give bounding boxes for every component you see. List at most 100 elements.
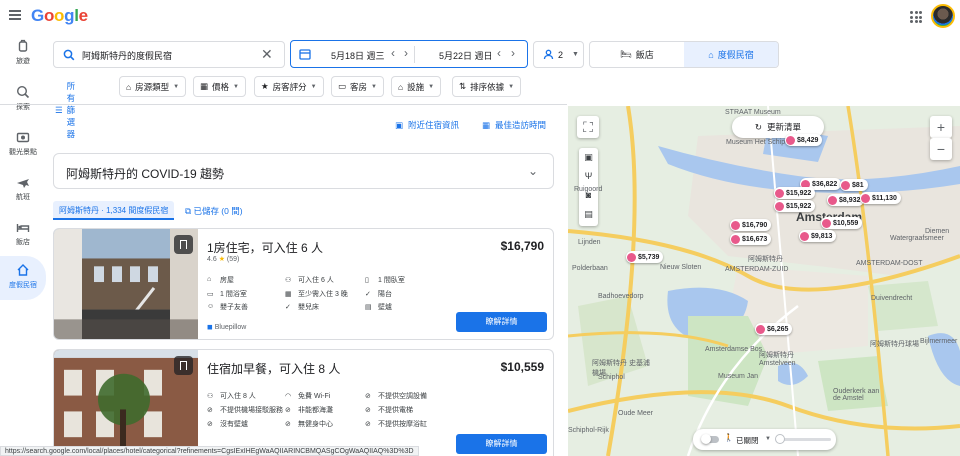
map-price-pin[interactable]: $16,790 bbox=[730, 219, 772, 231]
amenity: ◠ 免費 Wi-Fi bbox=[285, 391, 330, 401]
listing-card[interactable]: 1房住宅，可入住 6 人 $16,790 4.6 ★ (59) ⌂ 房屋 ⚇ 可入住… bbox=[53, 228, 554, 340]
zoom-out-button[interactable]: − bbox=[930, 138, 952, 160]
tab-vacation-rentals[interactable]: ⌂ 度假民宿 bbox=[684, 42, 778, 67]
hotel-layer-icon[interactable]: ▣ bbox=[579, 148, 598, 167]
map-price-pin[interactable]: $9,813 bbox=[799, 230, 837, 242]
checkout-prev-icon[interactable]: ‹ bbox=[497, 46, 501, 60]
info-icon: ▣ bbox=[395, 119, 404, 130]
amenity-label: 不提供機場接駁服務 bbox=[220, 407, 283, 414]
fullscreen-button[interactable]: ⛶ bbox=[577, 116, 599, 138]
refresh-label: 更新清單 bbox=[767, 122, 802, 132]
date-range-picker[interactable]: 5月18日 週三 ‹ › 5月22日 週日 ‹ › bbox=[290, 40, 528, 68]
home-pin-icon bbox=[822, 218, 831, 228]
map-price-pin[interactable]: $81 bbox=[840, 179, 868, 191]
map-price-pin[interactable]: $8,429 bbox=[785, 134, 823, 146]
restaurant-layer-icon[interactable]: Ψ bbox=[579, 167, 598, 186]
checkin-next-icon[interactable]: › bbox=[404, 46, 408, 60]
listing-card[interactable]: 住宿加早餐，可入住 8 人 $10,559 ⚇ 可入住 8 人 ◠ 免費 Wi-Fi… bbox=[53, 349, 554, 456]
shopping-layer-icon[interactable]: ▤ bbox=[579, 205, 598, 224]
guests-count: 2 bbox=[558, 50, 564, 60]
listing-title[interactable]: 住宿加早餐，可入住 8 人 bbox=[207, 360, 340, 377]
rail-item-vacation-rentals[interactable]: 度假民宿 bbox=[0, 256, 46, 300]
not-available-icon: ⊘ bbox=[365, 421, 371, 428]
amenity-label: 嬰子友善 bbox=[220, 304, 248, 311]
map-price-pin[interactable]: $16,673 bbox=[730, 233, 772, 245]
map-price-pin[interactable]: $15,922 bbox=[774, 187, 816, 199]
amenity: ▭ 1 間浴室 bbox=[207, 289, 247, 299]
map-label: Polderbaan bbox=[572, 265, 608, 272]
checkin-prev-icon[interactable]: ‹ bbox=[391, 46, 395, 60]
check-icon: ✓ bbox=[285, 304, 291, 311]
save-bookmark-button[interactable] bbox=[174, 356, 193, 375]
home-pin-icon bbox=[775, 188, 784, 198]
map-price-pin[interactable]: $8,932 bbox=[827, 194, 865, 206]
home-pin-icon bbox=[756, 324, 765, 334]
time-slider[interactable] bbox=[779, 438, 831, 441]
checkin-date[interactable]: 5月18日 週三 bbox=[331, 49, 385, 62]
zoom-in-button[interactable]: + bbox=[930, 116, 952, 138]
amenity: ⊘ 非能都海灘 bbox=[285, 405, 333, 415]
slider-handle[interactable] bbox=[775, 434, 785, 444]
guests-selector[interactable]: 2 ▼ bbox=[533, 41, 584, 68]
map-price-pin[interactable]: $5,739 bbox=[626, 251, 664, 263]
map-label: Diemen bbox=[925, 228, 950, 235]
view-details-button[interactable]: 瞭解詳情 bbox=[456, 312, 547, 332]
listing-source: ◼ Bluepillow bbox=[207, 323, 246, 331]
apps-grid-icon[interactable] bbox=[910, 11, 922, 23]
rail-item-travel[interactable]: 旅遊 bbox=[0, 39, 46, 83]
chevron-down-icon: ▼ bbox=[428, 83, 435, 90]
menu-icon[interactable] bbox=[9, 10, 21, 20]
toggle-knob bbox=[701, 434, 711, 444]
chevron-down-icon: ⌄ bbox=[528, 164, 539, 178]
listing-title[interactable]: 1房住宅，可入住 6 人 bbox=[207, 239, 323, 256]
amenity: ⊘ 不提供按摩浴缸 bbox=[365, 419, 427, 429]
calendar-icon: ▦ bbox=[482, 119, 491, 130]
filter-chip-rooms[interactable]: ▭ 客房 ▼ bbox=[331, 76, 384, 97]
search-input[interactable]: 阿姆斯特丹的度假民宿 ✕ bbox=[53, 41, 285, 68]
map-price-pin[interactable]: $10,559 bbox=[821, 217, 863, 229]
nearby-info-link[interactable]: ▣ 附近住宿資訊 bbox=[395, 119, 459, 131]
pin-price: $81 bbox=[852, 181, 864, 189]
filter-chip-property-type[interactable]: ⌂ 房源類型 ▼ bbox=[119, 76, 187, 97]
filter-chip-amenities[interactable]: ⌂ 設施 ▼ bbox=[391, 76, 442, 97]
map-toggle[interactable]: 🚶 已關閉 ▼ bbox=[693, 429, 836, 450]
rail-item-attractions[interactable]: 觀光景點 bbox=[0, 130, 46, 174]
google-logo[interactable]: Google bbox=[31, 6, 88, 26]
map-price-pin[interactable]: $15,922 bbox=[774, 200, 816, 212]
home-icon bbox=[17, 264, 29, 276]
pin-price: $6,265 bbox=[767, 325, 789, 333]
rating-value: 4.6 bbox=[207, 256, 217, 263]
sort-icon: ⇅ bbox=[459, 81, 467, 91]
filter-chip-rating[interactable]: ★ 房客評分 ▼ bbox=[254, 76, 324, 97]
rail-item-flights[interactable]: 航班 bbox=[0, 175, 46, 219]
map-price-pin[interactable]: $6,265 bbox=[755, 323, 793, 335]
filter-chip-price[interactable]: ▦ 價格 ▼ bbox=[193, 76, 246, 97]
saved-tab[interactable]: ⧉ 已儲存 (0 間) bbox=[185, 205, 243, 217]
map-label: Schiphol bbox=[598, 374, 625, 381]
map-price-pin[interactable]: $11,130 bbox=[860, 192, 901, 204]
avatar[interactable] bbox=[931, 4, 955, 28]
rail-item-explore[interactable]: 探索 bbox=[0, 85, 46, 129]
clear-icon[interactable]: ✕ bbox=[261, 46, 273, 63]
all-filters-button[interactable]: ☰ 所有篩選器 bbox=[55, 80, 75, 140]
status-bar-url: https://search.google.com/local/places/h… bbox=[0, 446, 419, 456]
covid-title: 阿姆斯特丹的 COVID-19 趨勢 bbox=[66, 167, 225, 181]
best-time-link[interactable]: ▦ 最佳造訪時間 bbox=[482, 119, 546, 131]
tune-icon: ☰ bbox=[55, 104, 63, 115]
results-count-tab[interactable]: 阿姆斯特丹 · 1,334 間度假民宿 bbox=[53, 201, 175, 220]
checkout-date[interactable]: 5月22日 週日 bbox=[439, 49, 493, 62]
map[interactable]: ⛶ ↻ 更新清單 + − ▣ Ψ ◙ ▤ STRAAT Museum Museum… bbox=[568, 106, 960, 456]
map-label: AMSTERDAM-DOST bbox=[856, 260, 923, 267]
save-bookmark-button[interactable] bbox=[174, 235, 193, 254]
checkout-next-icon[interactable]: › bbox=[511, 46, 515, 60]
home-pin-icon bbox=[627, 252, 636, 262]
covid-trends-panel[interactable]: 阿姆斯特丹的 COVID-19 趨勢 ⌄ bbox=[53, 153, 554, 189]
amenity: ▯ 1 間臥室 bbox=[365, 275, 405, 285]
pin-price: $8,932 bbox=[839, 196, 861, 204]
not-available-icon: ⊘ bbox=[365, 393, 371, 400]
tab-hotels[interactable]: 🛏 飯店 bbox=[590, 42, 684, 67]
listing-price: $10,559 bbox=[500, 360, 544, 374]
view-details-button[interactable]: 瞭解詳情 bbox=[456, 434, 547, 454]
filter-chip-sort[interactable]: ⇅ 排序依據 ▼ bbox=[452, 76, 522, 97]
chevron-down-icon: ▼ bbox=[765, 436, 771, 442]
